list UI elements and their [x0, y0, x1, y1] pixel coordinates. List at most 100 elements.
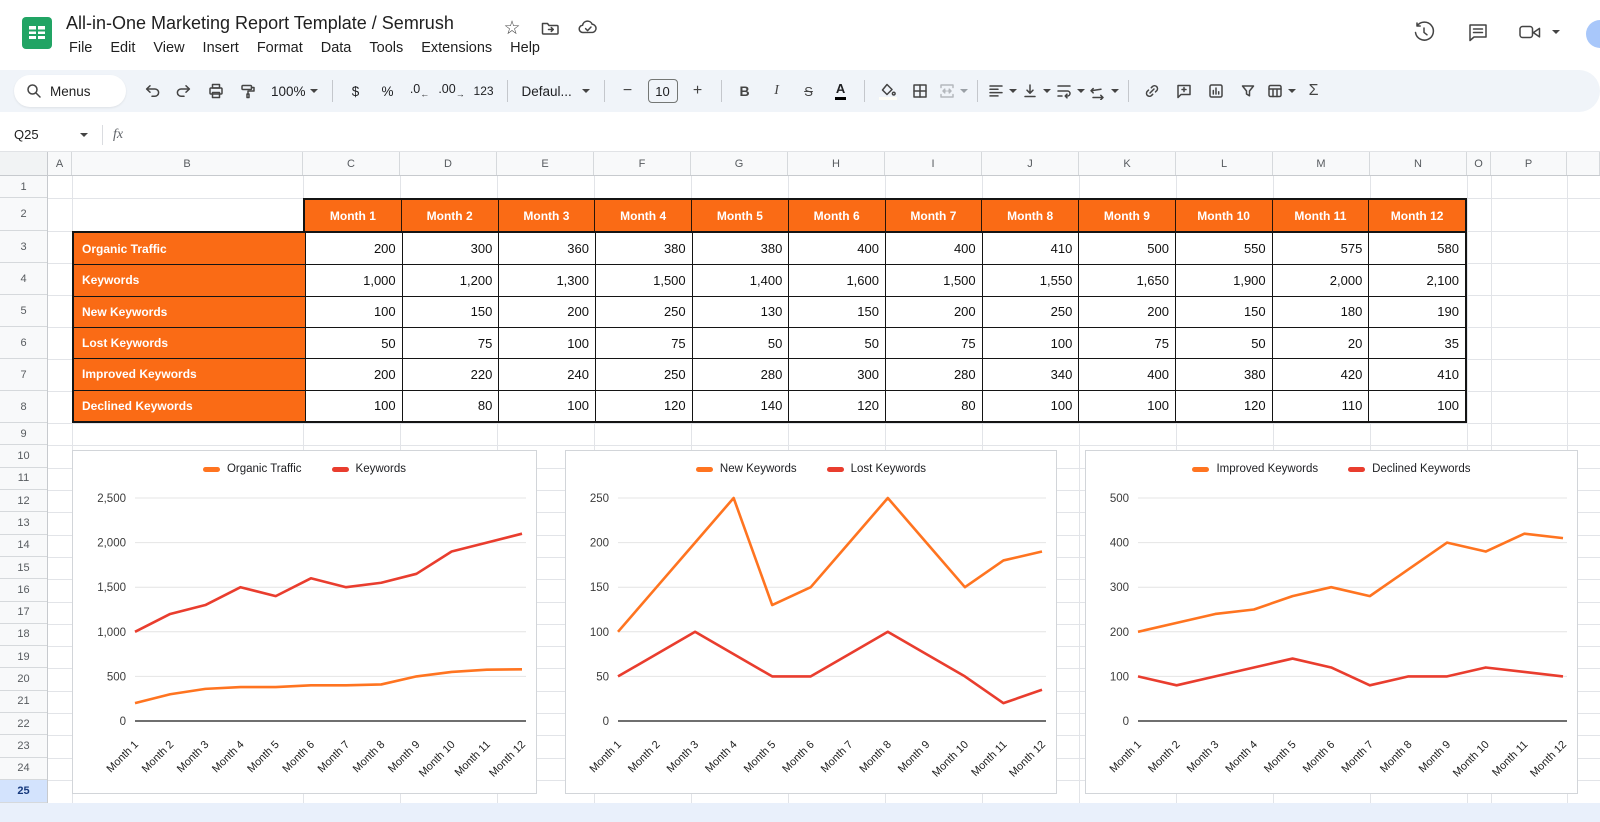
row-header-21[interactable]: 21 [0, 691, 47, 714]
table-cell[interactable]: 80 [884, 389, 982, 421]
table-header-cell[interactable]: Month 8 [981, 200, 1078, 231]
text-rotation-button[interactable] [1089, 77, 1119, 105]
table-cell[interactable]: 75 [1078, 327, 1175, 359]
print-button[interactable] [202, 77, 230, 105]
row-header-8[interactable]: 8 [0, 391, 47, 423]
fill-color-button[interactable] [874, 77, 902, 105]
row-header-23[interactable]: 23 [0, 735, 47, 758]
table-cell[interactable]: 100 [305, 295, 402, 327]
column-header-B[interactable]: B [72, 152, 303, 175]
italic-button[interactable]: I [763, 77, 791, 105]
table-cell[interactable]: 20 [1271, 327, 1369, 359]
row-header-5[interactable]: 5 [0, 295, 47, 327]
column-header-N[interactable]: N [1370, 152, 1467, 175]
column-header-partial[interactable] [1567, 152, 1600, 175]
table-cell[interactable]: 410 [981, 233, 1079, 265]
column-header-F[interactable]: F [594, 152, 691, 175]
table-cell[interactable]: 340 [981, 358, 1079, 390]
table-cell[interactable]: 100 [498, 389, 595, 421]
table-cell[interactable]: 50 [691, 327, 789, 359]
table-header-cell[interactable]: Month 7 [884, 200, 982, 231]
table-cell[interactable]: 1,650 [1078, 264, 1175, 296]
table-cell[interactable]: 380 [1174, 358, 1272, 390]
column-header-J[interactable]: J [982, 152, 1079, 175]
table-cell[interactable]: 1,200 [401, 264, 499, 296]
table-cell[interactable]: 2,000 [1271, 264, 1369, 296]
font-select[interactable]: Defaul... [517, 77, 595, 105]
table-views-button[interactable] [1266, 77, 1296, 105]
table-cell[interactable]: 150 [1174, 295, 1272, 327]
table-cell[interactable]: 400 [1078, 358, 1175, 390]
table-cell[interactable]: 200 [305, 358, 402, 390]
row-header-11[interactable]: 11 [0, 468, 47, 490]
row-header-6[interactable]: 6 [0, 327, 47, 359]
row-header-4[interactable]: 4 [0, 263, 47, 295]
column-header-L[interactable]: L [1176, 152, 1273, 175]
functions-button[interactable]: Σ [1300, 77, 1328, 105]
table-row-label[interactable]: Keywords [74, 264, 305, 296]
decrease-decimal-button[interactable]: .0 ← [406, 77, 434, 105]
table-cell[interactable]: 280 [691, 358, 789, 390]
table-cell[interactable]: 200 [305, 233, 402, 265]
insert-chart-button[interactable] [1202, 77, 1230, 105]
table-cell[interactable]: 2,100 [1368, 264, 1465, 296]
table-cell[interactable]: 50 [305, 327, 402, 359]
table-cell[interactable]: 300 [788, 358, 885, 390]
menu-tools[interactable]: Tools [360, 37, 412, 59]
table-cell[interactable]: 120 [594, 389, 692, 421]
row-header-1[interactable]: 1 [0, 176, 47, 198]
table-cell[interactable]: 280 [884, 358, 982, 390]
table-cell[interactable]: 240 [498, 358, 595, 390]
row-header-24[interactable]: 24 [0, 758, 47, 780]
table-cell[interactable]: 1,000 [305, 264, 402, 296]
column-header-G[interactable]: G [691, 152, 788, 175]
table-cell[interactable]: 200 [884, 295, 982, 327]
table-cell[interactable]: 120 [788, 389, 885, 421]
chart-card-2[interactable]: New Keywords Lost Keywords 0 50 100 150 200 250… [565, 450, 1057, 794]
table-cell[interactable]: 80 [401, 389, 499, 421]
menu-edit[interactable]: Edit [101, 37, 144, 59]
meet-button[interactable] [1518, 22, 1560, 42]
row-header-2[interactable]: 2 [0, 198, 47, 231]
name-box[interactable]: Q25 [0, 127, 88, 142]
table-cell[interactable]: 380 [594, 233, 692, 265]
table-cell[interactable]: 110 [1271, 389, 1369, 421]
table-cell[interactable]: 75 [594, 327, 692, 359]
horizontal-align-button[interactable] [987, 77, 1017, 105]
table-cell[interactable]: 575 [1271, 233, 1369, 265]
menu-insert[interactable]: Insert [194, 37, 248, 59]
table-cell[interactable]: 100 [981, 327, 1079, 359]
column-header-I[interactable]: I [885, 152, 982, 175]
table-header-cell[interactable]: Month 10 [1174, 200, 1272, 231]
table-cell[interactable]: 380 [691, 233, 789, 265]
menu-data[interactable]: Data [312, 37, 361, 59]
column-header-D[interactable]: D [400, 152, 497, 175]
table-row-label[interactable]: New Keywords [74, 295, 305, 327]
table-header-cell[interactable]: Month 2 [400, 200, 498, 231]
row-header-16[interactable]: 16 [0, 579, 47, 602]
avatar[interactable] [1586, 20, 1600, 48]
table-cell[interactable]: 1,550 [981, 264, 1079, 296]
vertical-align-button[interactable] [1021, 77, 1051, 105]
table-cell[interactable]: 150 [788, 295, 885, 327]
strikethrough-button[interactable]: S [795, 77, 823, 105]
formula-input[interactable] [123, 118, 1600, 151]
format-percent-button[interactable]: % [374, 77, 402, 105]
row-header-12[interactable]: 12 [0, 490, 47, 513]
table-cell[interactable]: 500 [1078, 233, 1175, 265]
table-cell[interactable]: 1,500 [594, 264, 692, 296]
menu-format[interactable]: Format [248, 37, 312, 59]
table-cell[interactable]: 100 [1078, 389, 1175, 421]
row-header-7[interactable]: 7 [0, 359, 47, 391]
table-header-cell[interactable]: Month 5 [691, 200, 788, 231]
font-size-input[interactable]: 10 [647, 79, 678, 103]
table-cell[interactable]: 1,600 [788, 264, 885, 296]
document-title[interactable]: All-in-One Marketing Report Template / S… [66, 13, 454, 34]
row-header-13[interactable]: 13 [0, 512, 47, 535]
column-header-C[interactable]: C [303, 152, 400, 175]
table-cell[interactable]: 75 [884, 327, 982, 359]
table-cell[interactable]: 400 [788, 233, 885, 265]
row-header-20[interactable]: 20 [0, 668, 47, 691]
column-header-K[interactable]: K [1079, 152, 1176, 175]
chart-card-1[interactable]: Organic Traffic Keywords 0 500 1,000 1,500 2,0… [72, 450, 537, 794]
